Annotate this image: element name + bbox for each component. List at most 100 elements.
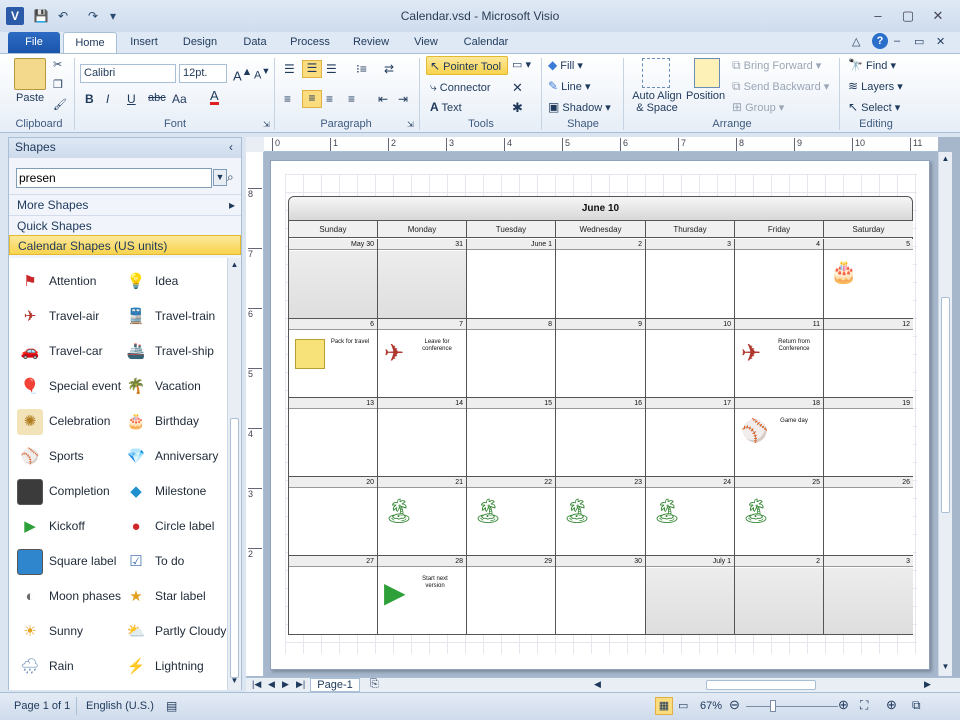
next-page-icon[interactable]: ▶ (282, 679, 289, 690)
calendar-day-cell[interactable]: 31 (378, 239, 467, 319)
full-screen-view-icon[interactable]: ▭ (678, 699, 688, 712)
format-painter-icon[interactable]: 🖌 (53, 98, 67, 111)
calendar-day-cell[interactable]: 30 (556, 556, 646, 634)
tab-home[interactable]: Home (63, 32, 117, 53)
airplane-icon[interactable]: ✈ (741, 339, 761, 368)
line-button[interactable]: ✎ Line ▾ (548, 79, 591, 93)
stencil-shape-birthday[interactable]: 🎂 Birthday (123, 404, 227, 439)
scroll-up-icon[interactable]: ▲ (228, 260, 241, 269)
sticky-note-icon[interactable] (295, 339, 325, 369)
stencil-shape-moon-phases[interactable]: ◐ Moon phases (17, 579, 123, 614)
collapse-panel-icon[interactable]: ‹ (229, 138, 233, 157)
stencil-shape-sunny[interactable]: ☀ Sunny (17, 614, 123, 649)
minimize-icon[interactable]: – (868, 8, 888, 24)
calendar-day-cell[interactable]: 17 (646, 398, 735, 477)
tab-calendar[interactable]: Calendar (458, 32, 514, 53)
stencil-shape-kickoff[interactable]: ▶ Kickoff (17, 509, 123, 544)
stencil-shape-to-do[interactable]: ☑ To do (123, 544, 227, 579)
stencil-shape-square-label[interactable]: Square label (17, 544, 123, 579)
text-tool-button[interactable]: A Text (430, 100, 462, 114)
stencil-shape-circle-label[interactable]: ● Circle label (123, 509, 227, 544)
stencil-shape-anniversary[interactable]: 💎 Anniversary (123, 439, 227, 474)
scroll-down-icon[interactable]: ▼ (939, 662, 952, 671)
calendar-day-cell[interactable]: June 1 (467, 239, 556, 319)
zoom-in-icon[interactable]: ⊕ (838, 697, 849, 713)
pointer-tool-button[interactable]: ↖ Pointer Tool (430, 59, 501, 73)
more-shapes-row[interactable]: More Shapes ▸ (9, 194, 241, 214)
stencil-shape-travel-air[interactable]: ✈ Travel-air (17, 299, 123, 334)
stencil-shape-travel-car[interactable]: 🚗 Travel-car (17, 334, 123, 369)
italic-button[interactable]: I (106, 92, 109, 106)
shape-search-input[interactable]: presen (16, 168, 212, 188)
align-center-icon[interactable]: ≡ (302, 90, 322, 108)
calendar-day-cell[interactable]: 22 🏝 (467, 477, 556, 556)
align-middle-icon[interactable]: ☰ (302, 60, 322, 78)
text-direction-icon[interactable]: ⇄ (384, 62, 394, 76)
tab-file[interactable]: File (8, 32, 60, 53)
calendar-day-cell[interactable]: 5 🎂 (824, 239, 913, 319)
find-button[interactable]: 🔭 Find ▾ (848, 58, 896, 72)
align-right-icon[interactable]: ≡ (326, 92, 333, 106)
doc-minimize-icon[interactable]: – (894, 35, 900, 47)
fit-page-icon[interactable]: ⛶ (860, 698, 868, 713)
position-button[interactable]: Position (686, 90, 725, 102)
last-page-icon[interactable]: ▶| (296, 679, 305, 690)
calendar-day-cell[interactable]: 24 🏝 (646, 477, 735, 556)
align-top-icon[interactable]: ☰ (284, 62, 295, 76)
vertical-scrollbar[interactable]: ▲ ▼ (938, 152, 952, 676)
search-dropdown-icon[interactable]: ▼ (213, 169, 227, 186)
bring-forward-button[interactable]: ⧉ Bring Forward ▾ (732, 58, 821, 73)
tab-insert[interactable]: Insert (122, 32, 166, 53)
scroll-down-icon[interactable]: ▼ (228, 676, 241, 685)
grow-font-icon[interactable]: A▲ (233, 66, 252, 83)
prev-page-icon[interactable]: ◀ (268, 679, 275, 690)
align-left-icon[interactable]: ≡ (284, 92, 291, 106)
layers-button[interactable]: ≋ Layers ▾ (848, 79, 903, 93)
font-color-icon[interactable]: A (210, 89, 219, 105)
zoom-out-icon[interactable]: ⊖ (729, 697, 740, 713)
delete-connector-icon[interactable]: ✕ (512, 80, 523, 96)
group-button[interactable]: ⊞ Group ▾ (732, 100, 784, 114)
zoom-level[interactable]: 67% (700, 700, 722, 712)
vacation-island-icon[interactable]: 🏝 (384, 497, 414, 526)
calendar-day-cell[interactable]: 23 🏝 (556, 477, 646, 556)
calendar-day-cell[interactable]: 6 Pack for travel (289, 319, 378, 398)
calendar-day-cell[interactable]: 26 (824, 477, 913, 556)
search-icon[interactable]: ⌕ (227, 170, 234, 185)
stencil-shape-partly-cloudy[interactable]: ⛅ Partly Cloudy (123, 614, 227, 649)
calendar-day-cell[interactable]: 2 (556, 239, 646, 319)
minimize-ribbon-icon[interactable]: △ (852, 35, 860, 48)
stencil-shape-idea[interactable]: 💡 Idea (123, 264, 227, 299)
calendar-day-cell[interactable]: 15 (467, 398, 556, 477)
scroll-right-icon[interactable]: ▶ (924, 679, 931, 690)
tab-review[interactable]: Review (348, 32, 394, 53)
connection-point-icon[interactable]: ✱ (512, 100, 523, 116)
stencil-scroll-thumb[interactable] (230, 418, 239, 678)
stencil-shape-completion[interactable]: Completion (17, 474, 123, 509)
month-calendar[interactable]: June 10 Sunday Monday Tuesday Wednesday Thur… (288, 196, 913, 635)
birthday-cake-icon[interactable]: 🎂 (830, 259, 857, 285)
language-indicator[interactable]: English (U.S.) (86, 700, 154, 712)
calendar-day-cell[interactable]: 10 (646, 319, 735, 398)
stencil-shape-star-label[interactable]: ★ Star label (123, 579, 227, 614)
zoom-slider[interactable] (746, 706, 838, 707)
scroll-up-icon[interactable]: ▲ (939, 154, 952, 163)
font-size-select[interactable]: 12pt. (179, 64, 227, 83)
auto-align-button[interactable]: Auto Align & Space (630, 90, 684, 114)
calendar-day-cell[interactable]: 2 (735, 556, 824, 634)
vacation-island-icon[interactable]: 🏝 (741, 497, 771, 526)
paste-button[interactable]: Paste (16, 92, 44, 104)
paste-icon[interactable] (14, 58, 46, 90)
calendar-day-cell[interactable]: 19 (824, 398, 913, 477)
calendar-day-cell[interactable]: 12 (824, 319, 913, 398)
insert-page-icon[interactable]: ⎘ (370, 678, 379, 691)
doc-close-icon[interactable]: ✕ (936, 35, 945, 48)
send-backward-button[interactable]: ⧉ Send Backward ▾ (732, 79, 829, 94)
scroll-left-icon[interactable]: ◀ (594, 679, 601, 690)
bold-button[interactable]: B (85, 92, 94, 106)
stencil-shape-vacation[interactable]: 🌴 Vacation (123, 369, 227, 404)
shadow-button[interactable]: ▣ Shadow ▾ (548, 100, 611, 114)
canvas-hscroll-thumb[interactable] (706, 680, 816, 690)
font-family-select[interactable]: Calibri (80, 64, 176, 83)
font-dialog-launcher-icon[interactable]: ⇲ (263, 120, 270, 129)
